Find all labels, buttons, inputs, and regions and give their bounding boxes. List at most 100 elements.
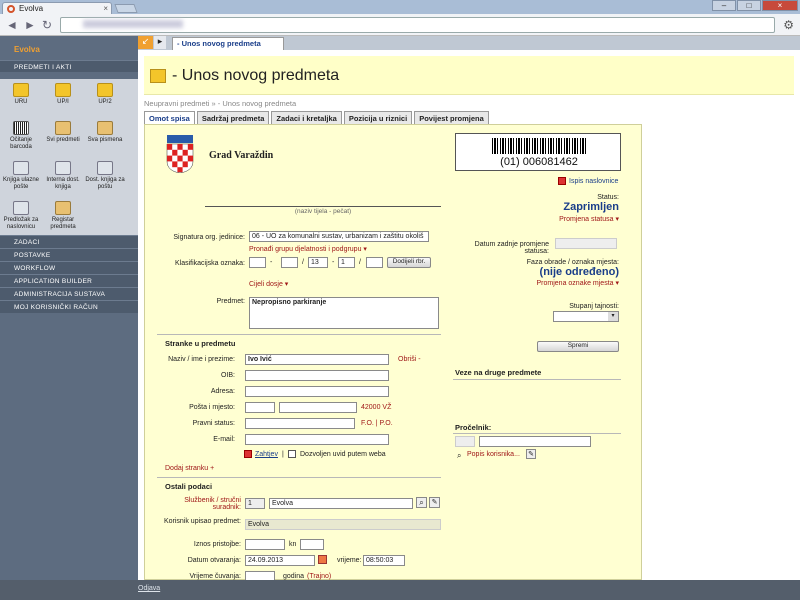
zahtjev-link[interactable]: Zahtjev [255, 451, 278, 458]
secrecy-select[interactable]: ▾ [553, 311, 619, 322]
wrench-icon[interactable]: ⚙ [783, 18, 794, 32]
calendar-icon[interactable] [318, 555, 327, 564]
amount-field[interactable] [245, 539, 285, 550]
sidebar-item-incoming-mail[interactable]: Knjiga ulazne pošte [0, 161, 42, 191]
city-field[interactable] [279, 402, 357, 413]
expand-arrow-icon[interactable]: ▸ [154, 36, 166, 49]
address-label: Adresa: [210, 388, 235, 395]
assign-number-button[interactable]: Dodijeli rbr. [387, 257, 431, 268]
tab-new-case[interactable]: - Unos novog predmeta [172, 37, 284, 50]
klas-field-5[interactable] [366, 257, 383, 268]
klas-field-2[interactable] [281, 257, 298, 268]
window-controls: – □ × [712, 0, 798, 12]
legal-status-field[interactable] [245, 418, 355, 429]
legal-status-hint[interactable]: F.O. | P.O. [361, 420, 393, 427]
phase-change-link[interactable]: Promjena oznake mjesta ▾ [485, 279, 620, 287]
head-header: Pročelnik: [455, 423, 492, 432]
org-name: Grad Varaždin [209, 150, 274, 161]
email-field[interactable] [245, 434, 389, 445]
sidebar-item-label: URU [14, 99, 28, 105]
tab-povijest[interactable]: Povijest promjena [414, 111, 489, 124]
eraser-icon[interactable]: ✎ [526, 449, 536, 459]
official-field[interactable]: Evolva [269, 498, 413, 509]
folder-icon [97, 83, 113, 97]
collapse-arrow-icon[interactable]: ↙ [138, 36, 153, 49]
tab-close-icon[interactable]: × [103, 4, 108, 13]
sidebar-menu-admin[interactable]: ADMINISTRACIJA SUSTAVA [0, 287, 138, 300]
klas-field-1[interactable] [249, 257, 266, 268]
sidebar-brand[interactable]: Evolva [14, 45, 40, 54]
retention-hint[interactable]: (Trajno) [307, 573, 331, 580]
print-cover-link[interactable]: Ispis naslovnice [569, 178, 618, 185]
maximize-button[interactable]: □ [737, 0, 761, 11]
sidebar-menu-account[interactable]: MOJ KORISNIČKI RAČUN [0, 300, 138, 313]
klas-field-3[interactable]: 13 [308, 257, 328, 268]
reload-icon[interactable]: ↻ [42, 18, 52, 32]
signatura-select[interactable]: 06 - UO za komunalni sustav, urbanizam i… [249, 231, 429, 242]
sidebar-item-uru[interactable]: URU [0, 83, 42, 106]
pen-icon [55, 161, 71, 175]
klas-field-4[interactable]: 1 [338, 257, 355, 268]
currency-select[interactable] [300, 539, 324, 550]
tab-pozicija[interactable]: Pozicija u riznici [343, 111, 413, 124]
close-window-button[interactable]: × [762, 0, 798, 11]
sidebar-item-up2[interactable]: UP/2 [84, 83, 126, 106]
post-hint[interactable]: 42000 VŽ [361, 404, 391, 411]
sidebar-item-label: Očitanje barcoda [9, 137, 32, 150]
sidebar-item-register[interactable]: Registar predmeta [42, 201, 84, 231]
sidebar-item-barcode[interactable]: Očitanje barcoda [0, 121, 42, 151]
klas-separator: / [302, 259, 304, 266]
logout-link[interactable]: Odjava [138, 585, 160, 592]
eraser-icon[interactable]: ✎ [429, 497, 440, 508]
sidebar-item-mail-book[interactable]: Dost. knjiga za poštu [84, 161, 126, 191]
breadcrumb[interactable]: Neupravni predmeti » - Unos novog predme… [144, 99, 296, 108]
minimize-button[interactable]: – [712, 0, 736, 11]
documents-icon [97, 121, 113, 135]
sidebar-item-label: UP/I [57, 99, 69, 105]
oib-field[interactable] [245, 370, 389, 381]
retention-label: Vrijeme čuvanja: [189, 573, 242, 580]
users-list-link[interactable]: Popis korisnika... [467, 451, 520, 458]
barcode-icon [13, 121, 29, 135]
other-header: Ostali podaci [165, 482, 213, 491]
tab-omot-spisa[interactable]: Omot spisa [144, 111, 195, 124]
new-tab-button[interactable] [114, 4, 138, 13]
head-field[interactable] [479, 436, 591, 447]
postcode-field[interactable] [245, 402, 275, 413]
sidebar-item-all-cases[interactable]: Svi predmeti [42, 121, 84, 144]
tab-zadaci[interactable]: Zadaci i kretaljka [271, 111, 342, 124]
search-icon[interactable]: ⌕ [416, 497, 427, 508]
status-change-link[interactable]: Promjena statusa ▾ [525, 215, 619, 223]
sidebar-item-all-letters[interactable]: Sva pismena [84, 121, 126, 144]
sidebar-menu-postavke[interactable]: POSTAVKE [0, 248, 138, 261]
sidebar-item-up1[interactable]: UP/I [42, 83, 84, 106]
address-field[interactable] [245, 386, 389, 397]
sidebar-item-cover-template[interactable]: Predložak za naslovnicu [0, 201, 42, 231]
sidebar-menu-workflow[interactable]: WORKFLOW [0, 261, 138, 274]
browser-tab[interactable]: Evolva × [2, 2, 112, 14]
back-icon[interactable]: ◄ [6, 18, 18, 32]
web-access-checkbox[interactable] [288, 450, 296, 458]
sidebar-menu-app-builder[interactable]: APPLICATION BUILDER [0, 274, 138, 287]
file-select-link[interactable]: Cijeli dosje ▾ [249, 280, 288, 288]
coat-of-arms-icon [166, 135, 194, 173]
oib-label: OIB: [220, 372, 235, 379]
page-title: - Unos novog predmeta [172, 67, 340, 84]
sidebar-menu-zadaci[interactable]: ZADACI [0, 235, 138, 248]
find-group-link[interactable]: Pronađi grupu djelatnosti i podgrupu ▾ [249, 245, 367, 253]
address-bar[interactable] [60, 17, 775, 33]
opened-date-field[interactable]: 24.09.2013 [245, 555, 315, 566]
save-button[interactable]: Spremi [537, 341, 619, 352]
tab-sadrzaj-predmeta[interactable]: Sadržaj predmeta [196, 111, 270, 124]
subject-textarea[interactable]: Nepropisno parkiranje [249, 297, 439, 329]
search-icon[interactable]: ⌕ [457, 451, 461, 461]
delete-party-link[interactable]: Obriši - [398, 356, 421, 363]
form-panel: Grad Varaždin (naziv tijela - pečat) Sig… [144, 124, 642, 582]
sidebar-item-internal-book[interactable]: Interna dost. knjiga [42, 161, 84, 191]
add-party-link[interactable]: Dodaj stranku + [165, 465, 214, 472]
time-label: vrijeme: [337, 557, 362, 564]
sidebar-section-title[interactable]: PREDMETI I AKTI [0, 60, 138, 72]
forward-icon[interactable]: ► [24, 18, 36, 32]
opened-time-field[interactable]: 08:50:03 [363, 555, 405, 566]
party-name-field[interactable]: Ivo Ivić [245, 354, 389, 365]
